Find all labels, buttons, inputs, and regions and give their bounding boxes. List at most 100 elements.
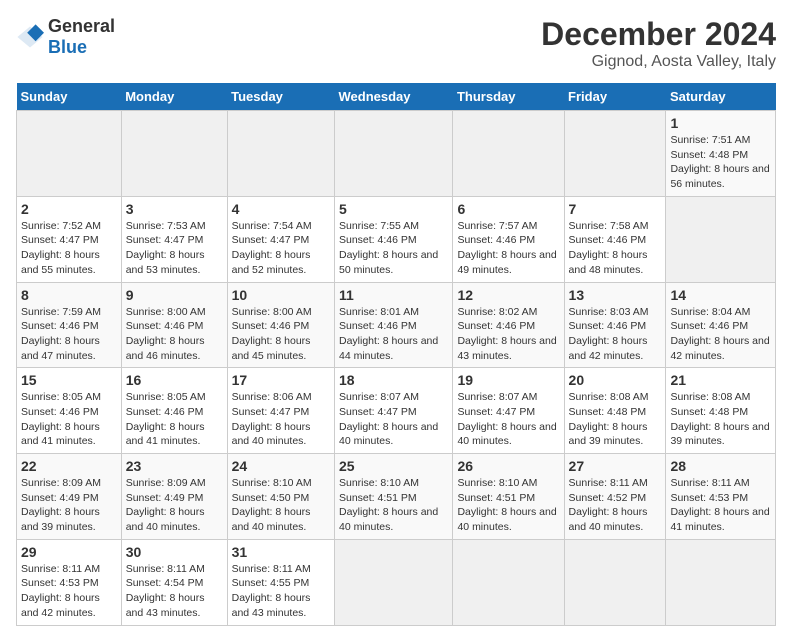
calendar-cell: 27 Sunrise: 8:11 AMSunset: 4:52 PMDaylig… xyxy=(564,454,666,540)
calendar-header-row: SundayMondayTuesdayWednesdayThursdayFrid… xyxy=(17,83,776,111)
calendar-cell: 18 Sunrise: 8:07 AMSunset: 4:47 PMDaylig… xyxy=(334,368,452,454)
logo-general: General xyxy=(48,16,115,36)
day-number: 10 xyxy=(232,287,330,303)
day-number: 14 xyxy=(670,287,771,303)
day-info: Sunrise: 7:55 AMSunset: 4:46 PMDaylight:… xyxy=(339,220,438,276)
day-info: Sunrise: 8:00 AMSunset: 4:46 PMDaylight:… xyxy=(126,306,206,362)
calendar-cell: 21 Sunrise: 8:08 AMSunset: 4:48 PMDaylig… xyxy=(666,368,776,454)
calendar-cell: 14 Sunrise: 8:04 AMSunset: 4:46 PMDaylig… xyxy=(666,282,776,368)
calendar-cell: 3 Sunrise: 7:53 AMSunset: 4:47 PMDayligh… xyxy=(121,196,227,282)
day-number: 13 xyxy=(569,287,662,303)
calendar-cell: 16 Sunrise: 8:05 AMSunset: 4:46 PMDaylig… xyxy=(121,368,227,454)
day-info: Sunrise: 8:11 AMSunset: 4:54 PMDaylight:… xyxy=(126,563,205,619)
calendar-cell: 29 Sunrise: 8:11 AMSunset: 4:53 PMDaylig… xyxy=(17,539,122,625)
day-info: Sunrise: 8:02 AMSunset: 4:46 PMDaylight:… xyxy=(457,306,556,362)
day-number: 23 xyxy=(126,458,223,474)
day-number: 9 xyxy=(126,287,223,303)
day-number: 29 xyxy=(21,544,117,560)
day-number: 11 xyxy=(339,287,448,303)
day-info: Sunrise: 8:09 AMSunset: 4:49 PMDaylight:… xyxy=(21,477,101,533)
day-number: 20 xyxy=(569,372,662,388)
day-number: 18 xyxy=(339,372,448,388)
calendar-week-row: 8 Sunrise: 7:59 AMSunset: 4:46 PMDayligh… xyxy=(17,282,776,368)
logo-icon xyxy=(16,23,44,51)
calendar-cell: 23 Sunrise: 8:09 AMSunset: 4:49 PMDaylig… xyxy=(121,454,227,540)
day-number: 5 xyxy=(339,201,448,217)
day-info: Sunrise: 8:09 AMSunset: 4:49 PMDaylight:… xyxy=(126,477,206,533)
day-number: 17 xyxy=(232,372,330,388)
calendar-cell xyxy=(564,111,666,197)
calendar-cell: 28 Sunrise: 8:11 AMSunset: 4:53 PMDaylig… xyxy=(666,454,776,540)
calendar-header-tuesday: Tuesday xyxy=(227,83,334,111)
calendar-cell: 12 Sunrise: 8:02 AMSunset: 4:46 PMDaylig… xyxy=(453,282,564,368)
day-number: 22 xyxy=(21,458,117,474)
day-number: 2 xyxy=(21,201,117,217)
calendar-cell: 5 Sunrise: 7:55 AMSunset: 4:46 PMDayligh… xyxy=(334,196,452,282)
calendar-cell xyxy=(666,539,776,625)
day-info: Sunrise: 7:54 AMSunset: 4:47 PMDaylight:… xyxy=(232,220,312,276)
day-number: 19 xyxy=(457,372,559,388)
day-info: Sunrise: 8:11 AMSunset: 4:52 PMDaylight:… xyxy=(569,477,648,533)
calendar-header-sunday: Sunday xyxy=(17,83,122,111)
day-info: Sunrise: 8:08 AMSunset: 4:48 PMDaylight:… xyxy=(670,391,769,447)
calendar-week-row: 15 Sunrise: 8:05 AMSunset: 4:46 PMDaylig… xyxy=(17,368,776,454)
day-info: Sunrise: 8:10 AMSunset: 4:50 PMDaylight:… xyxy=(232,477,312,533)
day-number: 16 xyxy=(126,372,223,388)
day-number: 12 xyxy=(457,287,559,303)
day-info: Sunrise: 8:10 AMSunset: 4:51 PMDaylight:… xyxy=(457,477,556,533)
calendar-cell: 22 Sunrise: 8:09 AMSunset: 4:49 PMDaylig… xyxy=(17,454,122,540)
day-info: Sunrise: 7:53 AMSunset: 4:47 PMDaylight:… xyxy=(126,220,206,276)
day-info: Sunrise: 7:52 AMSunset: 4:47 PMDaylight:… xyxy=(21,220,101,276)
day-info: Sunrise: 8:11 AMSunset: 4:53 PMDaylight:… xyxy=(670,477,769,533)
day-info: Sunrise: 8:08 AMSunset: 4:48 PMDaylight:… xyxy=(569,391,649,447)
calendar-header-monday: Monday xyxy=(121,83,227,111)
calendar-cell: 15 Sunrise: 8:05 AMSunset: 4:46 PMDaylig… xyxy=(17,368,122,454)
calendar-cell: 9 Sunrise: 8:00 AMSunset: 4:46 PMDayligh… xyxy=(121,282,227,368)
day-number: 8 xyxy=(21,287,117,303)
calendar-cell: 31 Sunrise: 8:11 AMSunset: 4:55 PMDaylig… xyxy=(227,539,334,625)
day-info: Sunrise: 8:05 AMSunset: 4:46 PMDaylight:… xyxy=(21,391,101,447)
day-number: 4 xyxy=(232,201,330,217)
day-info: Sunrise: 8:01 AMSunset: 4:46 PMDaylight:… xyxy=(339,306,438,362)
calendar-cell xyxy=(17,111,122,197)
day-info: Sunrise: 7:57 AMSunset: 4:46 PMDaylight:… xyxy=(457,220,556,276)
day-number: 21 xyxy=(670,372,771,388)
calendar-header-wednesday: Wednesday xyxy=(334,83,452,111)
calendar-cell: 11 Sunrise: 8:01 AMSunset: 4:46 PMDaylig… xyxy=(334,282,452,368)
main-title: December 2024 xyxy=(541,16,776,53)
day-number: 31 xyxy=(232,544,330,560)
day-number: 27 xyxy=(569,458,662,474)
calendar-header-friday: Friday xyxy=(564,83,666,111)
calendar-cell: 26 Sunrise: 8:10 AMSunset: 4:51 PMDaylig… xyxy=(453,454,564,540)
calendar-cell xyxy=(227,111,334,197)
day-number: 26 xyxy=(457,458,559,474)
calendar-week-row: 1 Sunrise: 7:51 AMSunset: 4:48 PMDayligh… xyxy=(17,111,776,197)
calendar-cell: 20 Sunrise: 8:08 AMSunset: 4:48 PMDaylig… xyxy=(564,368,666,454)
calendar-cell: 1 Sunrise: 7:51 AMSunset: 4:48 PMDayligh… xyxy=(666,111,776,197)
title-block: December 2024 Gignod, Aosta Valley, Ital… xyxy=(541,16,776,71)
calendar-cell xyxy=(453,539,564,625)
logo: General Blue xyxy=(16,16,115,58)
day-number: 6 xyxy=(457,201,559,217)
day-number: 28 xyxy=(670,458,771,474)
calendar-cell xyxy=(334,111,452,197)
calendar-cell xyxy=(564,539,666,625)
day-info: Sunrise: 8:11 AMSunset: 4:55 PMDaylight:… xyxy=(232,563,311,619)
day-number: 25 xyxy=(339,458,448,474)
logo-text: General Blue xyxy=(48,16,115,58)
calendar-cell: 30 Sunrise: 8:11 AMSunset: 4:54 PMDaylig… xyxy=(121,539,227,625)
calendar-cell: 8 Sunrise: 7:59 AMSunset: 4:46 PMDayligh… xyxy=(17,282,122,368)
logo-blue: Blue xyxy=(48,37,87,57)
subtitle: Gignod, Aosta Valley, Italy xyxy=(541,53,776,71)
day-info: Sunrise: 7:51 AMSunset: 4:48 PMDaylight:… xyxy=(670,134,769,190)
calendar-header-saturday: Saturday xyxy=(666,83,776,111)
day-info: Sunrise: 8:05 AMSunset: 4:46 PMDaylight:… xyxy=(126,391,206,447)
calendar-cell xyxy=(453,111,564,197)
day-info: Sunrise: 7:59 AMSunset: 4:46 PMDaylight:… xyxy=(21,306,101,362)
calendar-cell xyxy=(666,196,776,282)
calendar-cell: 19 Sunrise: 8:07 AMSunset: 4:47 PMDaylig… xyxy=(453,368,564,454)
calendar-cell: 13 Sunrise: 8:03 AMSunset: 4:46 PMDaylig… xyxy=(564,282,666,368)
calendar-cell xyxy=(121,111,227,197)
calendar-header-thursday: Thursday xyxy=(453,83,564,111)
day-info: Sunrise: 8:00 AMSunset: 4:46 PMDaylight:… xyxy=(232,306,312,362)
